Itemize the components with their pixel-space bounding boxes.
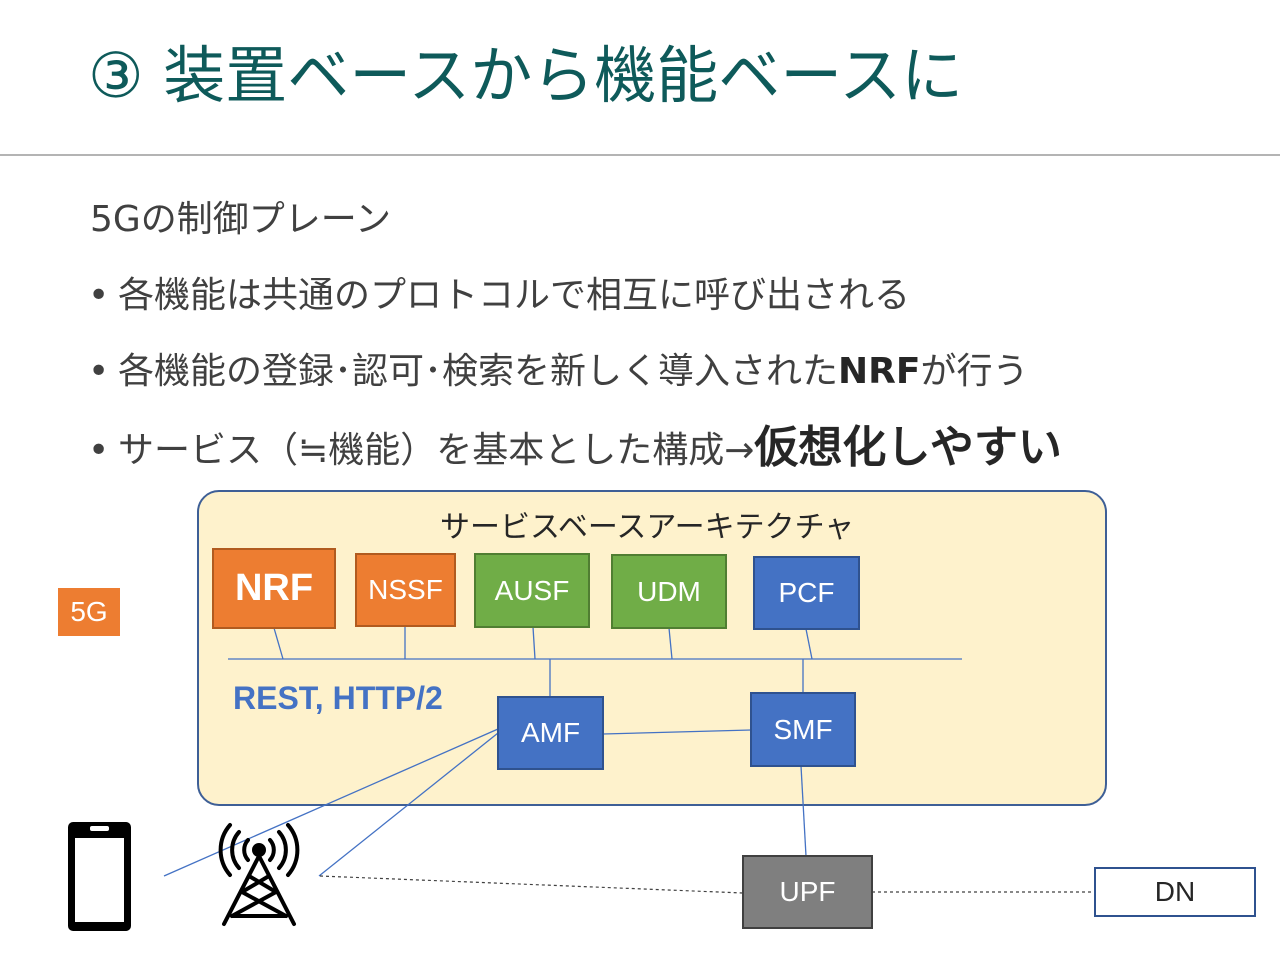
connection-lines	[68, 626, 1095, 931]
amf-box: AMF	[497, 696, 604, 770]
amf-smf-link	[602, 729, 752, 735]
dn-box: DN	[1094, 867, 1256, 917]
nrf-box: NRF	[212, 548, 336, 629]
pcf-bus-link	[805, 628, 813, 660]
upf-box: UPF	[742, 855, 873, 929]
smf-upf-link	[800, 765, 807, 857]
smf-box: SMF	[750, 692, 856, 767]
antenna-upf-dashed-link	[319, 875, 744, 894]
udm-box: UDM	[611, 554, 727, 629]
nssf-box: NSSF	[355, 553, 456, 627]
nrf-bus-link	[273, 627, 284, 660]
amf-device-link	[163, 728, 499, 877]
smartphone-icon	[68, 822, 131, 931]
protocol-label: REST, HTTP/2	[233, 680, 443, 716]
ausf-box: AUSF	[474, 553, 590, 628]
ausf-bus-link	[532, 626, 536, 660]
udm-bus-link	[668, 627, 673, 660]
cell-tower-icon	[218, 823, 300, 926]
amf-antenna-link	[318, 732, 499, 877]
pcf-box: PCF	[753, 556, 860, 630]
